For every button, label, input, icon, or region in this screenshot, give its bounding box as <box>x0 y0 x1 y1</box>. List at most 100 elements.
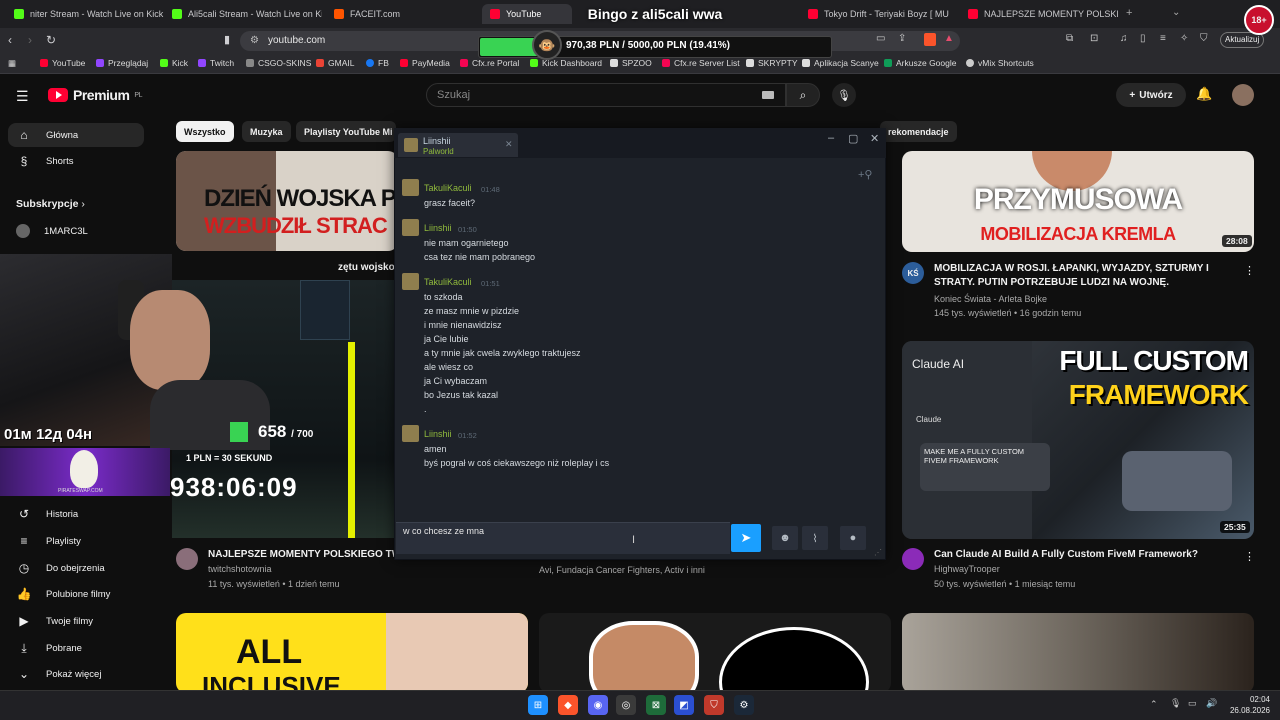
video-thumbnail[interactable]: Claude AI Claude MAKE ME A FULLY CUSTOM … <box>902 341 1254 539</box>
message-author[interactable]: Liinshii <box>424 223 452 233</box>
bookmark-cfx-server-list[interactable]: Cfx.re Server List <box>662 58 740 68</box>
sidebar-item-playlists[interactable]: ≡ Playlisty <box>8 529 144 553</box>
bookmark-kick-dashboard[interactable]: Kick Dashboard <box>530 58 602 68</box>
channel-avatar[interactable] <box>176 548 198 570</box>
message-author[interactable]: TakuliKaculi <box>424 277 472 287</box>
youtube-logo[interactable]: Premium PL <box>48 87 142 103</box>
browser-tab-active[interactable]: YouTube <box>482 4 572 24</box>
attach-button[interactable]: ⌇ <box>802 526 828 550</box>
search-button[interactable]: ⌕ <box>786 83 820 107</box>
voice-search-button[interactable]: 🎙 <box>832 83 856 107</box>
bookmark-vmix-shortcuts[interactable]: vMix Shortcuts <box>966 58 1034 68</box>
obs-icon[interactable]: ◎ <box>616 695 636 715</box>
vpn-icon[interactable]: ⛉ <box>1200 33 1208 44</box>
chip-music[interactable]: Muzyka <box>242 121 291 142</box>
browser-tab[interactable]: FACEIT.com <box>334 4 464 24</box>
rewards-icon[interactable]: ▲ <box>944 33 954 44</box>
bookmark-cfx-portal[interactable]: Cfx.re Portal <box>460 58 519 68</box>
site-info-icon[interactable]: ⚙ <box>250 35 259 46</box>
extensions-icon[interactable]: ⧉ <box>1066 33 1073 44</box>
bookmark-csgo-skins[interactable]: CSGO-SKINS <box>246 58 311 68</box>
search-input[interactable]: Szukaj <box>426 83 786 107</box>
app-icon[interactable]: ◩ <box>674 695 694 715</box>
chip-recommendations[interactable]: rekomendacje <box>880 121 957 142</box>
browser-tab[interactable]: Ali5cali Stream - Watch Live on Kick <box>172 4 322 24</box>
video-title[interactable]: NAJLEPSZE MOMENTY POLSKIEGO TW <box>208 548 398 562</box>
emoticon-button[interactable]: ☻ <box>772 526 798 550</box>
leo-icon[interactable]: ✧ <box>1180 33 1188 44</box>
bookmark-skrypty[interactable]: SKRYPTY <box>746 58 798 68</box>
channel-avatar[interactable]: KŚ <box>902 262 924 284</box>
video-channel[interactable]: HighwayTrooper <box>934 562 1000 576</box>
video-thumbnail[interactable]: PRZYMUSOWA MOBILIZACJA KREMLA 28:08 <box>902 151 1254 252</box>
bookmark-kick[interactable]: Kick <box>160 58 188 68</box>
sidebar-item-show-more[interactable]: ⌄ Pokaż więcej <box>8 662 144 686</box>
browser-tab[interactable]: Tokyo Drift - Teriyaki Boyz [ MU <box>808 4 958 24</box>
sidebar-item-liked[interactable]: 👍 Polubione filmy <box>8 582 144 606</box>
video-thumbnail[interactable] <box>902 613 1254 693</box>
video-title[interactable]: Can Claude AI Build A Fully Custom FiveM… <box>934 548 1234 562</box>
discord-icon[interactable]: ◉ <box>588 695 608 715</box>
screenshot-icon[interactable]: ⊡ <box>1090 33 1098 44</box>
browser-tab[interactable]: NAJLEPSZE MOMENTY POLSKIEGO <box>968 4 1118 24</box>
back-icon[interactable]: ‹ <box>8 33 12 47</box>
bookmark-aplikacja-scanye[interactable]: Aplikacja Scanye <box>802 58 879 68</box>
brave-icon[interactable]: ◆ <box>558 695 578 715</box>
send-button[interactable]: ➤ <box>731 524 761 552</box>
channel-avatar[interactable] <box>902 548 924 570</box>
tray-chevron-icon[interactable]: ⌃ <box>1150 699 1158 710</box>
sidebar-item-downloads[interactable]: ⤓ Pobrane <box>8 636 144 660</box>
music-icon[interactable]: ♫ <box>1120 33 1128 44</box>
subscriptions-heading[interactable]: Subskrypcje › <box>16 198 85 210</box>
video-title[interactable]: MOBILIZACJA W ROSJI. ŁAPANKI, WYJAZDY, S… <box>934 262 1234 290</box>
bookmark-icon[interactable]: ▮ <box>224 33 230 46</box>
sidebar-item-your-videos[interactable]: ▶ Twoje filmy <box>8 609 144 633</box>
bookmark-gmail[interactable]: GMAIL <box>316 58 354 68</box>
sidebar-item-channel[interactable]: 1MARC3L <box>8 219 144 243</box>
notifications-bell-icon[interactable]: 🔔 <box>1196 86 1212 102</box>
video-thumbnail[interactable]: ALL INCLUSIVE <box>176 613 528 693</box>
brave-shield-icon[interactable] <box>924 33 936 46</box>
chevron-down-icon[interactable]: ⌄ <box>1172 7 1180 18</box>
steam-icon[interactable]: ⚙ <box>734 695 754 715</box>
system-clock[interactable]: 02:04 26.08.2026 <box>1226 694 1270 716</box>
close-tab-icon[interactable]: ✕ <box>505 139 513 150</box>
video-title-partial[interactable]: zętu wojsko <box>338 262 395 273</box>
bookmark-arkusze-google[interactable]: Arkusze Google <box>884 58 956 68</box>
message-author[interactable]: Liinshii <box>424 429 452 439</box>
bookmark-youtube[interactable]: YouTube <box>40 58 85 68</box>
minimize-icon[interactable]: – <box>828 132 834 144</box>
resize-grip-icon[interactable]: ⋰ <box>874 548 882 557</box>
bookmark-paymedia[interactable]: PayMedia <box>400 58 450 68</box>
bookmark-fb[interactable]: FB <box>366 58 389 68</box>
chat-tab[interactable] <box>398 133 518 157</box>
sidebar-item-history[interactable]: ↺ Historia <box>8 502 144 526</box>
xbox-icon[interactable]: ⊠ <box>646 695 666 715</box>
reading-list-icon[interactable]: ≡ <box>1160 33 1166 44</box>
forward-icon[interactable]: › <box>28 33 32 47</box>
create-button[interactable]: + Utwórz <box>1116 83 1186 107</box>
sidebar-icon[interactable]: ▯ <box>1140 33 1146 44</box>
reload-icon[interactable]: ↻ <box>46 33 56 47</box>
chip-playlists[interactable]: Playlisty YouTube Mi <box>296 121 396 142</box>
account-avatar[interactable] <box>1232 84 1254 106</box>
new-tab-button[interactable]: + <box>1126 7 1132 19</box>
bookmark-przegladaj[interactable]: Przeglądaj <box>96 58 148 68</box>
cast-icon[interactable]: ▭ <box>876 33 885 44</box>
video-thumbnail[interactable]: DZIEŃ WOJSKA P WZBUDZIŁ STRAC <box>176 151 398 251</box>
sidebar-item-home[interactable]: ⌂ Główna <box>8 123 144 147</box>
voice-button[interactable]: ● <box>840 526 866 550</box>
chip-all[interactable]: Wszystko <box>176 121 234 142</box>
more-options-icon[interactable]: ⋮ <box>1244 550 1255 563</box>
video-channel[interactable]: twitchshotownia <box>208 562 272 576</box>
close-icon[interactable]: ✕ <box>870 132 879 145</box>
more-options-icon[interactable]: ⋮ <box>1244 264 1255 277</box>
sidebar-item-shorts[interactable]: § Shorts <box>8 149 144 173</box>
windows-start-icon[interactable]: ⊞ <box>528 695 548 715</box>
chat-input[interactable]: w co chcesz ze mna <box>403 526 484 536</box>
share-icon[interactable]: ⇪ <box>898 33 906 44</box>
network-icon[interactable]: ▭ <box>1188 698 1197 709</box>
message-author[interactable]: TakuliKaculi <box>424 183 472 193</box>
maximize-icon[interactable]: ▢ <box>848 132 858 145</box>
bookmark-twitch[interactable]: Twitch <box>198 58 234 68</box>
